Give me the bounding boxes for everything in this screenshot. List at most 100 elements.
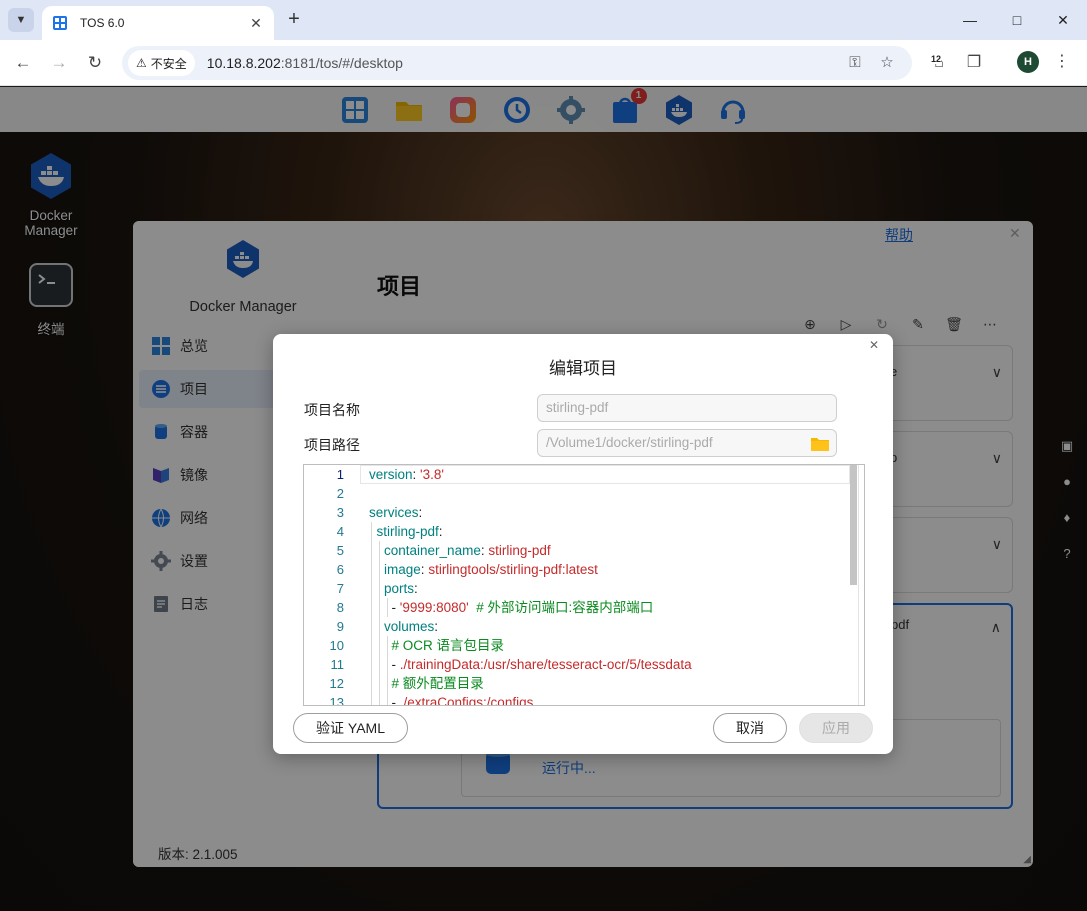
dialog-close-icon[interactable]: ✕ [867,338,881,352]
code-line: # 额外配置目录 [369,674,849,693]
dock-settings-gear-icon[interactable] [555,94,587,126]
chevron-up-icon[interactable]: ∧ [991,619,1001,636]
window-resize-handle[interactable]: ◢ [1023,854,1031,865]
yaml-value: ./trainingData:/usr/share/tesseract-ocr/… [399,657,692,672]
editor-scrollbar-thumb[interactable] [850,465,857,585]
project-name-input[interactable]: stirling-pdf [537,394,837,422]
dm-page-heading: 项目 [377,274,422,299]
add-project-icon[interactable]: ⊕ [801,315,819,333]
dock-photos-icon[interactable] [447,94,479,126]
nav-item-label: 网络 [180,510,208,526]
help-question-icon[interactable]: ? [1058,545,1076,563]
extensions-puzzle-icon[interactable]: ❐ [962,51,986,75]
tab-title: TOS 6.0 [80,16,125,30]
dock-docker-manager-icon[interactable] [663,94,695,126]
password-key-icon[interactable]: ⚿ [846,54,864,72]
dock-control-panel-icon[interactable] [339,94,371,126]
forward-arrow-icon[interactable]: → [47,51,71,75]
edit-project-dialog: ✕ 编辑项目 项目名称 stirling-pdf 项目路径 /Volume1/d… [273,334,893,754]
dm-app-title: Docker Manager [189,299,297,315]
browser-tab-active[interactable]: TOS 6.0 ✕ [42,6,274,40]
tab-close-icon[interactable]: ✕ [248,15,264,32]
line-number: 10 [329,638,344,653]
project-card-name-fragment: pdf [891,617,910,632]
monitor-widget-icon[interactable]: ▣ [1058,437,1076,455]
line-number-gutter: 1 2 3 4 5 6 7 8 9 10 11 12 13 [304,465,356,705]
dock-backup-icon[interactable] [501,94,533,126]
dm-help-link[interactable]: 帮助 [885,225,913,245]
dm-project-toolbar: ⊕ ▷ ↻ ✎ 🗑 ⋯ [801,315,999,333]
yaml-value: ./extraConfigs:/configs [399,695,534,706]
maximize-window-icon[interactable]: □ [1003,8,1031,32]
yaml-code-editor[interactable]: 1 2 3 4 5 6 7 8 9 10 11 12 13 version: '… [303,464,865,706]
yaml-value: '9999:8080' [399,600,469,615]
yaml-key: volumes [384,619,435,634]
delete-project-icon[interactable]: 🗑 [945,315,963,333]
start-project-icon[interactable]: ▷ [837,315,855,333]
nav-item-label: 总览 [180,338,208,354]
code-line: # OCR 语言包目录 [369,636,849,655]
chevron-down-icon[interactable]: ∨ [992,450,1002,467]
nav-item-label: 项目 [180,381,208,397]
url-text: 10.18.8.202:8181/tos/#/desktop [207,55,403,71]
dock-file-manager-icon[interactable] [393,94,425,126]
image-layers-icon [150,464,172,486]
notification-bell-icon[interactable]: ♦ [1058,509,1076,527]
desktop-side-tools: ▣ ● ♦ ? [1058,437,1076,581]
nav-item-label: 容器 [180,424,208,440]
code-line: version: '3.8' [369,467,444,482]
tab-search-chevron-icon[interactable]: ▼ [8,8,34,32]
edit-project-icon[interactable]: ✎ [909,315,927,333]
desktop-docker-manager-shortcut[interactable]: Docker Manager [11,151,91,238]
browser-menu-icon[interactable]: ⋮ [1054,51,1070,73]
line-number: 5 [336,543,344,558]
chat-bubble-icon[interactable]: ● [1058,473,1076,491]
desktop-terminal-shortcut[interactable]: 终端 [11,261,91,338]
more-options-icon[interactable]: ⋯ [981,315,999,333]
url-path: :8181/tos/#/desktop [280,55,403,71]
cancel-button[interactable]: 取消 [713,713,787,743]
site-security-chip[interactable]: ⚠ 不安全 [128,50,195,76]
project-path-input[interactable]: /Volume1/docker/stirling-pdf [537,429,837,457]
browse-folder-icon[interactable] [811,437,829,451]
bookmark-star-icon[interactable]: ☆ [878,54,896,72]
desktop-icon-label: Docker [29,208,73,223]
new-tab-button[interactable]: + [284,8,304,32]
yaml-key: image [384,562,421,577]
chevron-down-icon[interactable]: ∨ [992,536,1002,553]
yaml-key: services [369,505,419,520]
warning-triangle-icon: ⚠ [136,56,147,70]
docker-manager-logo-icon [227,240,259,278]
minimize-window-icon[interactable]: — [956,8,984,32]
yaml-comment: # 外部访问端口:容器内部端口 [476,600,654,615]
line-number: 3 [336,505,344,520]
dock-app-center-icon[interactable]: 1 [609,87,647,126]
close-window-icon[interactable]: ✕ [1049,8,1077,32]
project-path-label: 项目路径 [304,437,360,453]
desktop-icon-label: 终端 [37,322,65,337]
yaml-value: stirlingtools/stirling-pdf:latest [428,562,598,577]
line-number: 12 [329,676,344,691]
container-cylinder-icon [150,421,172,443]
restart-project-icon[interactable]: ↻ [873,315,891,333]
address-bar[interactable]: ⚠ 不安全 10.18.8.202:8181/tos/#/desktop ⚿ ☆ [122,46,912,80]
chevron-down-icon[interactable]: ∨ [992,364,1002,381]
tos-favicon-icon [53,16,67,30]
project-name-label: 项目名称 [304,402,360,418]
yaml-value: stirling-pdf [488,543,551,558]
validate-yaml-button[interactable]: 验证 YAML [293,713,408,743]
settings-gear-icon [150,550,172,572]
reload-icon[interactable]: ↻ [83,51,107,75]
nav-item-label: 设置 [180,553,208,569]
dock-support-headset-icon[interactable] [717,94,749,126]
profile-avatar[interactable]: H [1017,51,1039,73]
back-arrow-icon[interactable]: ← [11,51,35,75]
apply-button[interactable]: 应用 [799,713,873,743]
docker-manager-app-icon [31,153,71,199]
dialog-title: 编辑项目 [549,359,617,378]
dm-window-close-icon[interactable]: ✕ [1009,225,1021,242]
browser-tab-strip: ▼ TOS 6.0 ✕ + — □ ✕ [0,0,1087,40]
code-line: ports: [369,579,849,598]
line-number: 8 [336,600,344,615]
